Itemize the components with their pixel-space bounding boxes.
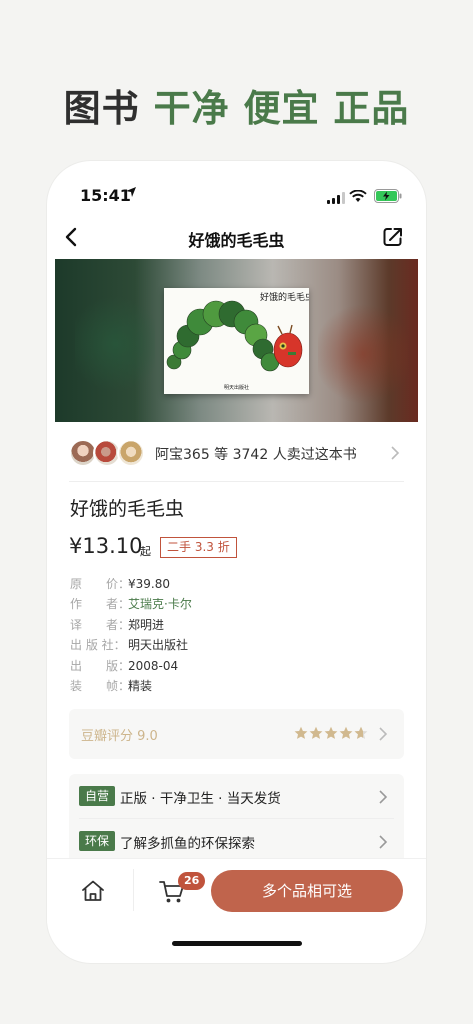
spec-row-publisher: 出 版 社： 明天出版社 [70, 635, 192, 655]
service-panel: 自营 正版 · 干净卫生 · 当天发货 环保 了解多抓鱼的环保探索 [69, 774, 404, 864]
spec-value: 明天出版社 [128, 638, 189, 653]
headline-part1: 图书 [63, 87, 140, 130]
price: ¥13.10 [69, 534, 143, 558]
select-condition-button[interactable]: 多个品相可选 [211, 870, 403, 912]
wifi-icon [349, 188, 367, 207]
caterpillar-illustration: 好饿的毛毛虫 明天出版社 [164, 288, 314, 394]
douban-rating-row[interactable]: 豆瓣评分 9.0 [69, 709, 404, 759]
service-tag: 自营 [79, 786, 116, 806]
cover-publisher: 明天出版社 [224, 384, 249, 391]
location-arrow-icon [125, 186, 137, 201]
spec-key: 装 帧： [70, 678, 131, 693]
cellular-signal-icon [327, 189, 345, 208]
battery-charging-icon [374, 188, 402, 207]
spec-row-author: 作 者：艾瑞克·卡尔 [70, 594, 192, 614]
cover-title: 好饿的毛毛虫 [260, 291, 309, 303]
service-text: 正版 · 干净卫生 · 当天发货 [120, 791, 281, 807]
service-tag: 环保 [79, 831, 116, 851]
spec-key: 译 者： [70, 617, 131, 632]
spec-key: 原 价： [70, 577, 131, 591]
divider [69, 481, 404, 482]
avatar [117, 439, 145, 467]
book-cover-banner: 好饿的毛毛虫 明天出版社 [55, 259, 418, 422]
discount-badge: 二手 3.3 折 [160, 537, 237, 558]
douban-rating-label: 豆瓣评分 9.0 [81, 729, 158, 744]
spec-value: 精装 [128, 678, 153, 693]
phone-frame: 15:41 好饿的毛毛虫 好饿的毛毛虫 明天出版社 阿宝365 等 3742 人… [47, 161, 426, 963]
spec-value: 2008-04 [128, 658, 179, 673]
page-headline: 图书 干净 便宜 正品 [0, 78, 473, 132]
spec-row-list-price: 原 价：¥39.80 [70, 574, 192, 594]
service-row-eco[interactable]: 环保 了解多抓鱼的环保探索 [69, 819, 404, 863]
banner-blur-right [318, 299, 408, 409]
share-icon[interactable] [382, 226, 404, 248]
sellers-count-text: 阿宝365 等 3742 人卖过这本书 [155, 447, 357, 463]
spec-value: 郑明进 [128, 617, 165, 632]
home-indicator [172, 941, 302, 946]
home-icon[interactable] [80, 878, 106, 904]
spec-row-binding: 装 帧：精装 [70, 676, 192, 696]
spec-key: 作 者： [70, 597, 131, 612]
nav-title: 好饿的毛毛虫 [188, 231, 285, 250]
spec-row-pub-date: 出 版：2008-04 [70, 656, 192, 676]
divider [133, 869, 134, 911]
service-text: 了解多抓鱼的环保探索 [120, 836, 255, 852]
book-title: 好饿的毛毛虫 [70, 498, 185, 520]
sellers-row[interactable]: 阿宝365 等 3742 人卖过这本书 [69, 435, 404, 475]
spec-row-translator: 译 者：郑明进 [70, 615, 192, 635]
cart-count-badge: 26 [178, 872, 206, 890]
status-bar: 15:41 [47, 183, 426, 209]
banner-blur-left [75, 289, 155, 399]
book-cover-image[interactable]: 好饿的毛毛虫 明天出版社 [164, 288, 314, 394]
headline-part2: 干净 便宜 正品 [153, 87, 410, 130]
chevron-right-icon [378, 789, 388, 808]
status-time: 15:41 [80, 186, 131, 205]
spec-list: 原 价：¥39.80 作 者：艾瑞克·卡尔 译 者：郑明进 出 版 社： 明天出版… [70, 574, 192, 696]
chevron-right-icon [378, 834, 388, 853]
service-row-self-operated[interactable]: 自营 正版 · 干净卫生 · 当天发货 [69, 774, 404, 818]
bottom-action-bar: 26 多个品相可选 [47, 858, 426, 923]
chevron-right-icon [378, 726, 388, 745]
spec-key: 出 版： [70, 658, 131, 673]
price-suffix: 起 [140, 545, 151, 558]
spec-value: ¥39.80 [128, 577, 170, 591]
chevron-right-icon [390, 445, 400, 464]
spec-key: 出 版 社： [70, 638, 126, 653]
star-rating [294, 725, 370, 745]
author-link[interactable]: 艾瑞克·卡尔 [128, 597, 192, 611]
nav-bar: 好饿的毛毛虫 [47, 221, 426, 257]
